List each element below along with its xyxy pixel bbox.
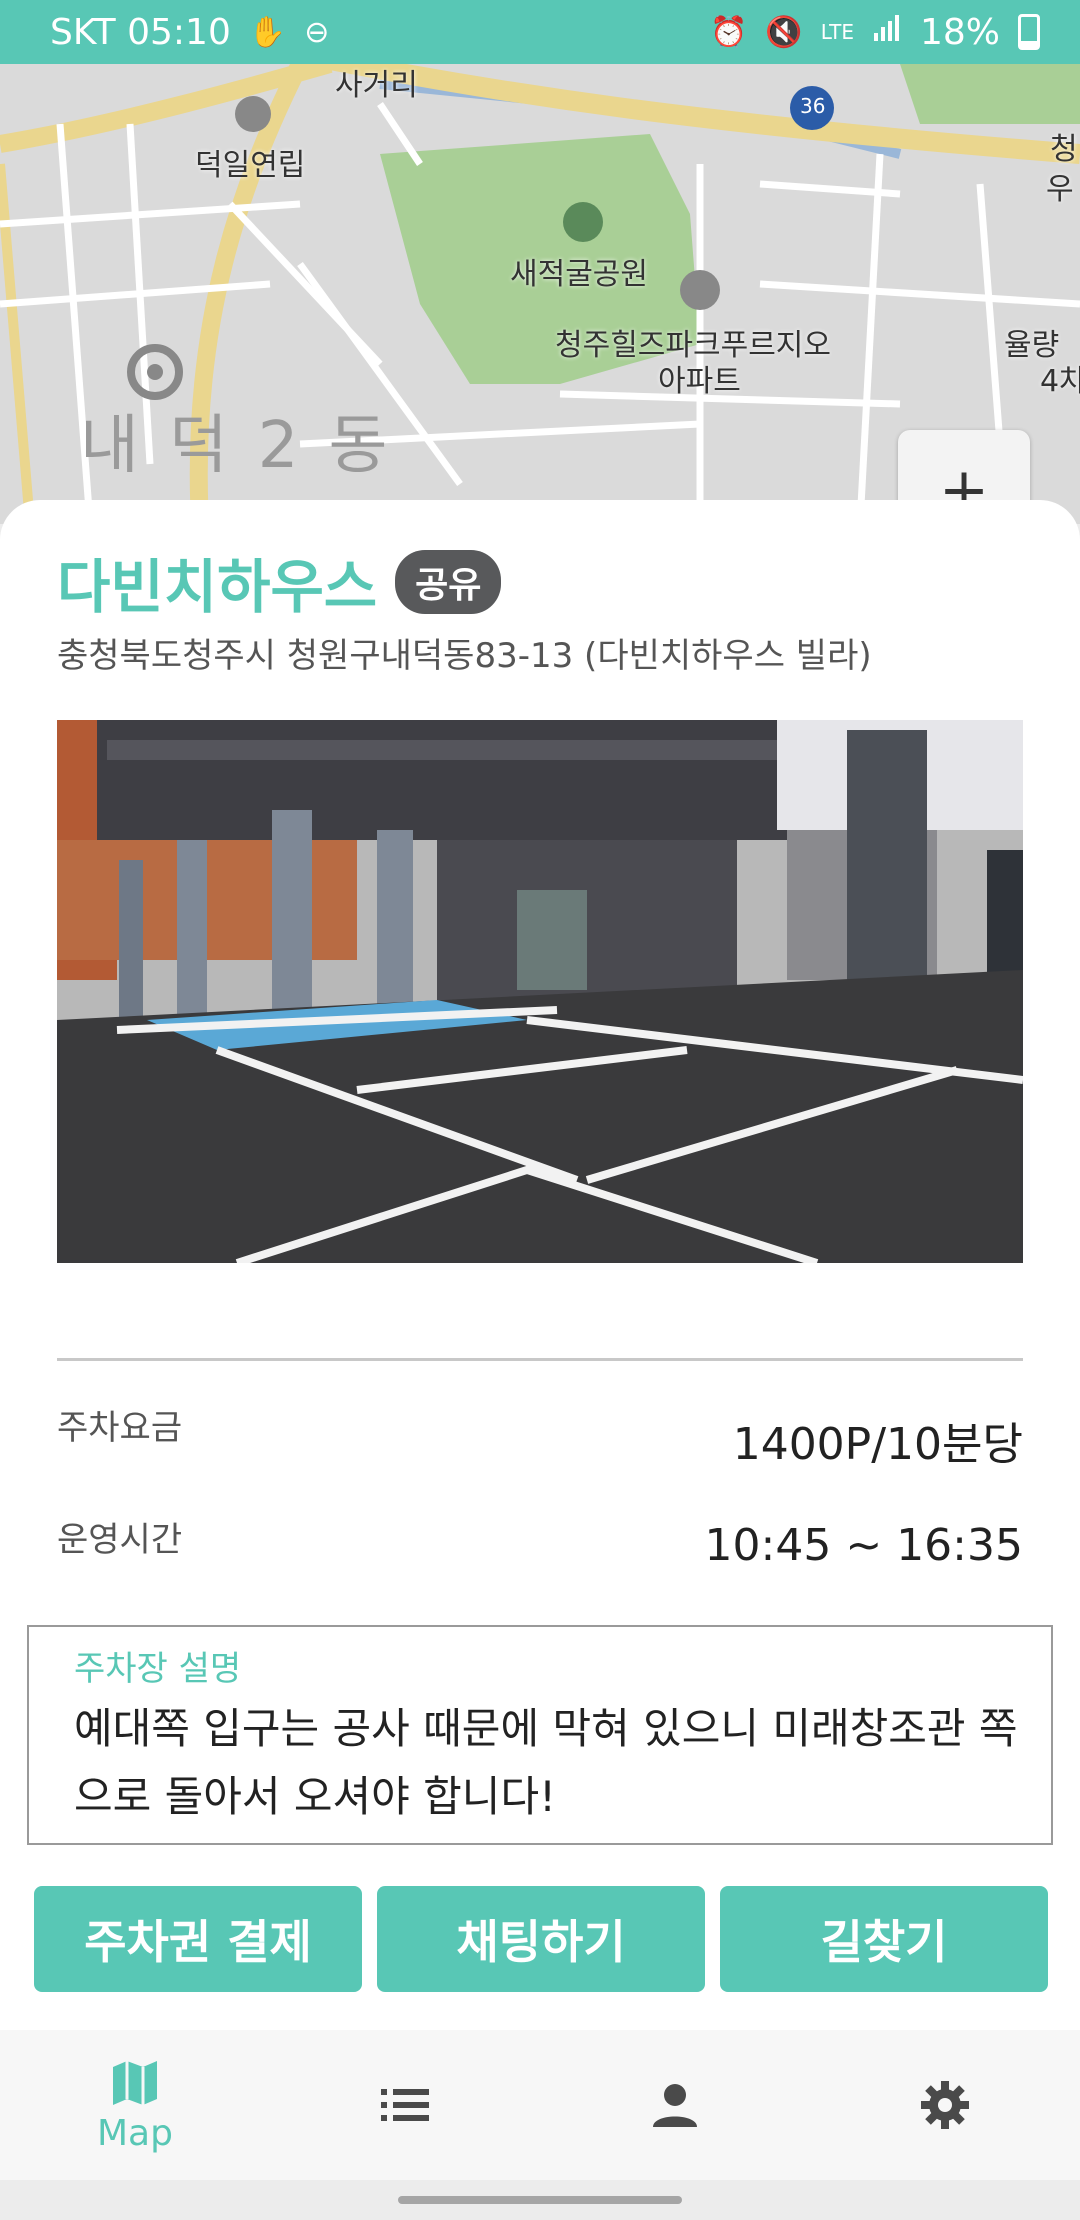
fee-value: 1400P/10분당 [732,1419,1023,1470]
divider [57,1358,1023,1361]
hours-value: 10:45 ~ 16:35 [704,1520,1023,1571]
map-label-right-top2: 우 [1046,172,1074,207]
person-icon [653,2084,697,2127]
carrier-time: SKT 05:10 [50,11,231,53]
road-number: 36 [800,94,826,118]
description-title: 주차장 설명 [74,1649,242,1689]
map-label-intersection: 사거리 [335,68,418,103]
map-label-right-top: 청 [1050,132,1078,167]
signal-icon [872,13,902,51]
dnd-icon: ⊖ [304,14,330,50]
parking-name: 다빈치하우스 [57,553,378,621]
title-row: 다빈치하우스 공유 [57,540,502,624]
map-view[interactable]: 사거리 덕일연립 새적굴공원 청주힐즈파크푸르지오 아파트 내덕2동 청 우 율… [0,64,1080,524]
home-indicator[interactable] [398,2196,682,2204]
description-box: 주차장 설명 예대쪽 입구는 공사 때문에 막혀 있으니 미래창조관 쪽으로 돌… [27,1625,1053,1845]
status-bar: SKT 05:10 ✋ ⊖ ⏰ 🔇 LTE 18% [0,0,1080,64]
map-icon [113,2060,157,2105]
list-icon [381,2089,429,2121]
pay-ticket-button[interactable]: 주차권 결제 [34,1886,362,1992]
parking-lot-image [57,720,1023,1263]
map-label-apt-2: 아파트 [658,364,741,399]
battery-percent: 18% [919,11,1000,53]
bottom-nav: Map [0,2030,1080,2180]
nav-map[interactable]: Map [0,2030,270,2180]
map-label-deokil: 덕일연립 [195,148,306,183]
gear-icon [921,2081,969,2129]
fee-row: 주차요금 1400P/10분당 [57,1400,1023,1472]
hours-label: 운영시간 [57,1520,183,1560]
map-label-yullyang2: 4차 [1040,364,1080,399]
chat-button[interactable]: 채팅하기 [377,1886,705,1992]
map-label-park: 새적굴공원 [510,257,648,292]
battery-icon [1018,14,1040,50]
share-badge: 공유 [395,550,502,614]
hand-icon: ✋ [248,14,287,50]
directions-button[interactable]: 길찾기 [720,1886,1048,1992]
action-buttons: 주차권 결제 채팅하기 길찾기 [34,1886,1048,1992]
description-text: 예대쪽 입구는 공사 때문에 막혀 있으니 미래창조관 쪽으로 돌아서 오셔야 … [74,1704,1018,1821]
system-nav-bar [0,2180,1080,2220]
parking-address: 충청북도청주시 청원구내덕동83-13 (다빈치하우스 빌라) [57,636,872,676]
status-right: ⏰ 🔇 LTE 18% [710,12,1040,53]
parking-detail-sheet: 다빈치하우스 공유 충청북도청주시 청원구내덕동83-13 (다빈치하우스 빌라… [0,500,1080,2030]
fee-label: 주차요금 [57,1408,183,1448]
lte-icon: LTE [820,20,854,44]
nav-list[interactable] [270,2030,540,2180]
mute-icon: 🔇 [765,14,803,50]
alarm-icon: ⏰ [710,14,748,50]
hours-row: 운영시간 10:45 ~ 16:35 [57,1512,1023,1571]
parking-photo [57,720,1023,1263]
nav-settings[interactable] [810,2030,1080,2180]
status-left: SKT 05:10 ✋ ⊖ [50,12,329,53]
map-label-district: 내덕2동 [80,409,418,483]
nav-map-label: Map [97,2112,173,2154]
nav-profile[interactable] [540,2030,810,2180]
